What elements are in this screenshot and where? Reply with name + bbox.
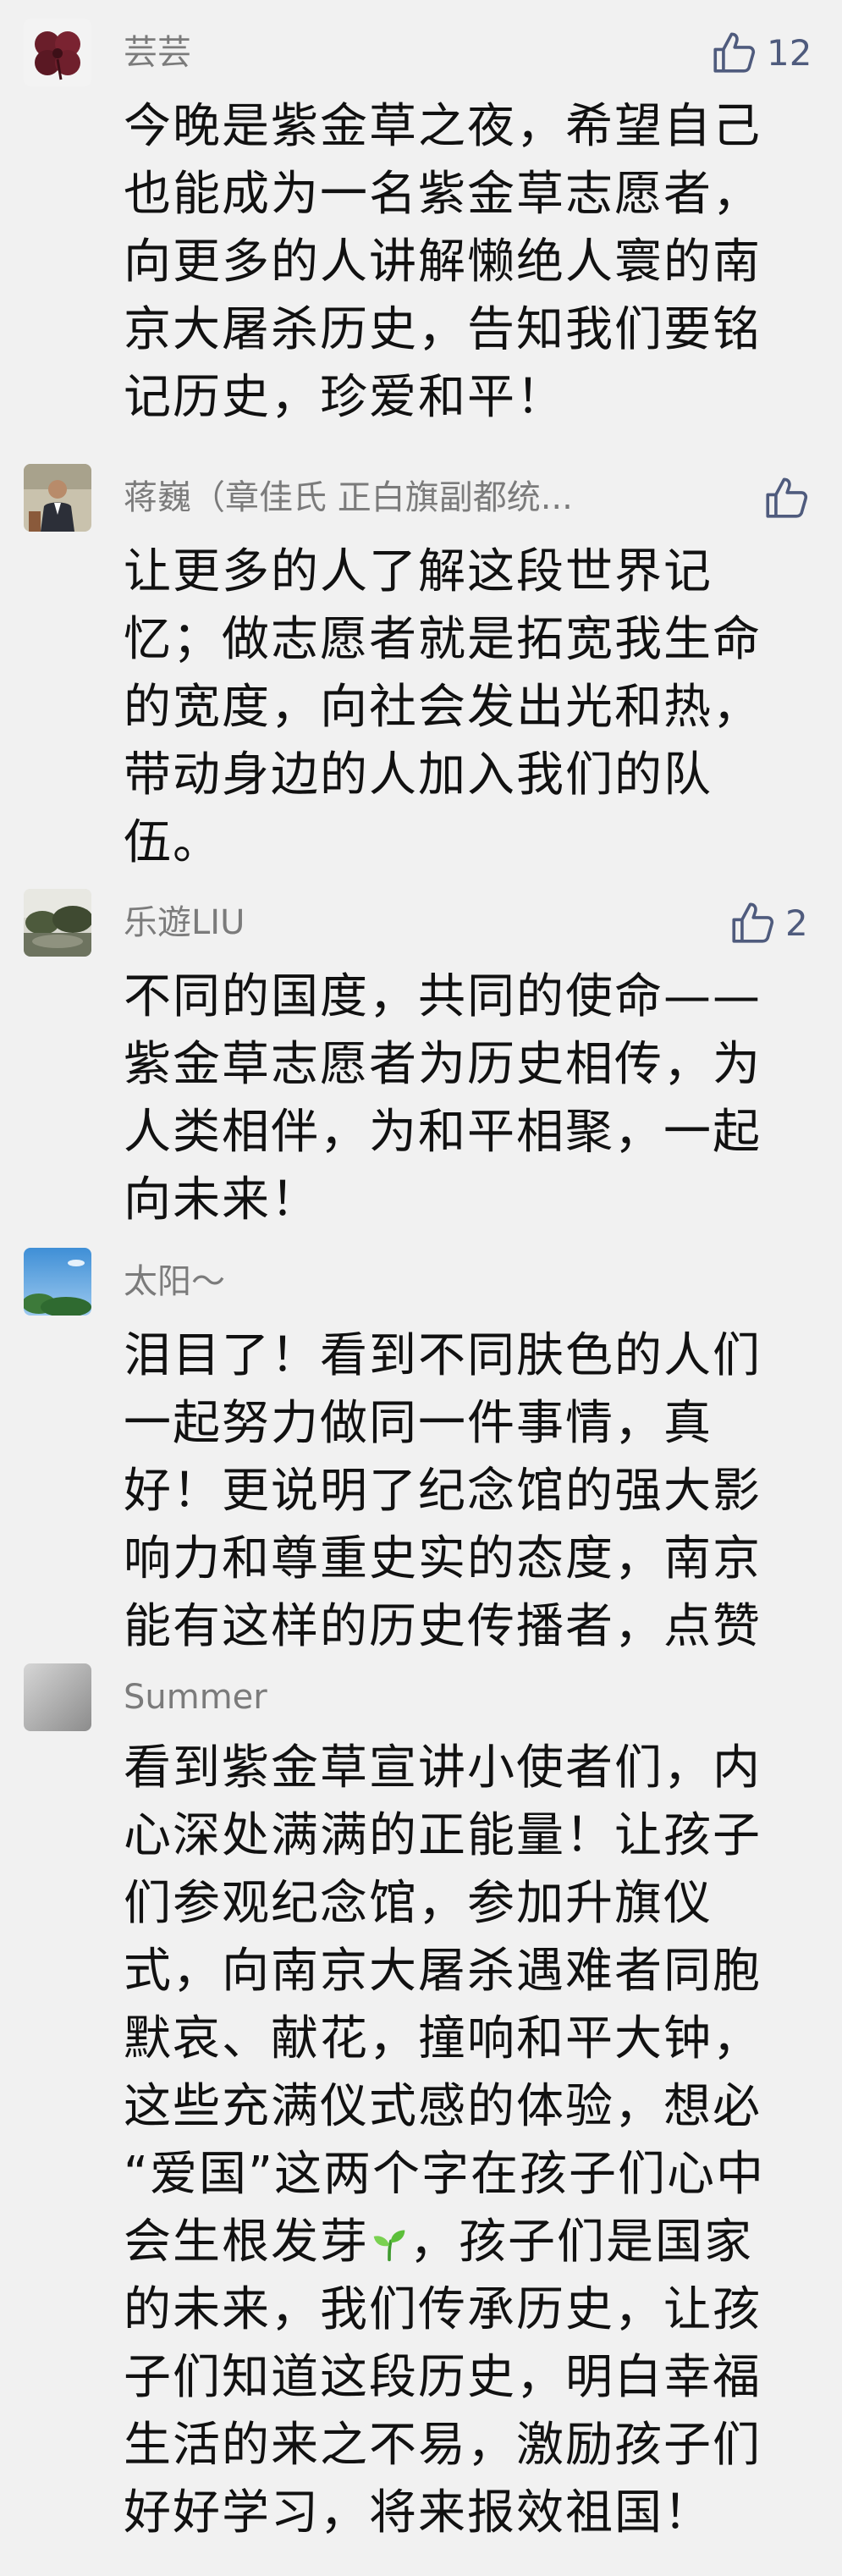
person-avatar-icon [24,464,91,532]
comment-line: 能有这样的历史传播者，点赞 [124,1599,762,1654]
comment-line: 忆；做志愿者就是拓宽我生命 [124,612,762,667]
avatar[interactable] [24,19,91,86]
comment-line: 向未来！ [124,1172,320,1227]
comment-line: 看到紫金草宣讲小使者们，内 [124,1740,762,1795]
thumbs-up-icon [732,902,774,943]
like-button[interactable] [762,469,819,527]
comment-line: 记历史，珍爱和平！ [124,370,565,425]
like-button[interactable]: 12 [709,24,812,81]
comment-text: 泪目了！看到不同肤色的人们 一起努力做同一件事情，真 好！更说明了纪念馆的强大影… [124,1322,817,1661]
comment-text: 不同的国度，共同的使命—— 紫金草志愿者为历史相传，为 人类相伴，为和平相聚，一… [124,963,817,1234]
comment-line: 让更多的人了解这段世界记 [124,544,713,599]
comment-line: 好！更说明了纪念馆的强大影 [124,1464,762,1519]
comment-line: 们参观纪念馆，参加升旗仪 [124,1876,713,1931]
sprout-emoji-icon [373,2230,405,2262]
comment-line: 生活的来之不易，激励孩子们 [124,2418,762,2473]
comment-line: 子们知道这段历史，明白幸福 [124,2350,762,2405]
comment-line: 紫金草志愿者为历史相传，为 [124,1037,762,1092]
comment-line-tail: ，孩子们是国家 [410,2215,753,2270]
sky-avatar-icon [24,1248,91,1316]
comment-line: 默哀、献花，撞响和平大钟， [124,2011,762,2066]
comment-line-head: 会生根发芽 [124,2215,369,2270]
avatar[interactable] [24,1663,91,1731]
comment-line: 今晚是紫金草之夜，希望自己 [124,99,762,154]
comment-author[interactable]: 芸芸 [124,19,191,86]
comment-line: 向更多的人讲解懒绝人寰的南 [124,234,762,290]
comment-line: 好好学习，将来报效祖国！ [124,2485,713,2540]
thumbs-up-icon [766,477,808,518]
comment-line: 京大屠杀历史，告知我们要铭 [124,302,762,357]
comment-line: 响力和尊重史实的态度，南京 [124,1531,762,1586]
comment-author[interactable]: Summer [124,1663,267,1731]
landscape-avatar-icon [24,889,91,957]
comment-feed: 芸芸 12 今晚是紫金草之夜，希望自己 也能成为一名紫金草志愿者， 向更多的人讲… [0,0,842,2576]
comment-author[interactable]: 乐遊LIU [124,889,245,957]
comment-line: 会生根发芽 ，孩子们是国家 [124,2209,817,2276]
comment-line: 的未来，我们传承历史，让孩 [124,2282,762,2337]
comment-line: 一起努力做同一件事情，真 [124,1396,713,1451]
comment-line: 带动身边的人加入我们的队 [124,747,713,803]
comment-text: 让更多的人了解这段世界记 忆；做志愿者就是拓宽我生命 的宽度，向社会发出光和热，… [124,538,817,877]
comment-line: 这些充满仪式感的体验，想必 [124,2079,762,2134]
like-count: 2 [785,902,808,944]
thumbs-up-icon [713,32,756,73]
comment-line: 泪目了！看到不同肤色的人们 [124,1328,762,1383]
comment-line: 的宽度，向社会发出光和热， [124,680,762,735]
avatar[interactable] [24,464,91,532]
gray-avatar-icon [24,1663,91,1731]
comment-author[interactable]: 蒋巍（章佳氏 正白旗副都统... [124,464,573,532]
comment-line: 也能成为一名紫金草志愿者， [124,167,762,222]
comment-line: 伍。 [124,815,222,870]
avatar[interactable] [24,889,91,957]
comment-line: 人类相伴，为和平相聚，一起 [124,1105,762,1160]
comment-line: 式，向南京大屠杀遇难者同胞 [124,1944,762,1999]
like-button[interactable]: 2 [728,894,808,952]
clover-avatar-icon [24,19,91,86]
comment-line: 心深处满满的正能量！让孩子 [124,1808,762,1863]
comment-text: 看到紫金草宣讲小使者们，内 心深处满满的正能量！让孩子 们参观纪念馆，参加升旗仪… [124,1735,817,2547]
avatar[interactable] [24,1248,91,1316]
like-count: 12 [767,31,812,74]
comment-line: 不同的国度，共同的使命—— [124,969,762,1024]
comment-text: 今晚是紫金草之夜，希望自己 也能成为一名紫金草志愿者， 向更多的人讲解懒绝人寰的… [124,93,817,432]
comment-line: “爱国”这两个字在孩子们心中 [124,2147,766,2202]
comment-author[interactable]: 太阳～ [124,1248,225,1316]
